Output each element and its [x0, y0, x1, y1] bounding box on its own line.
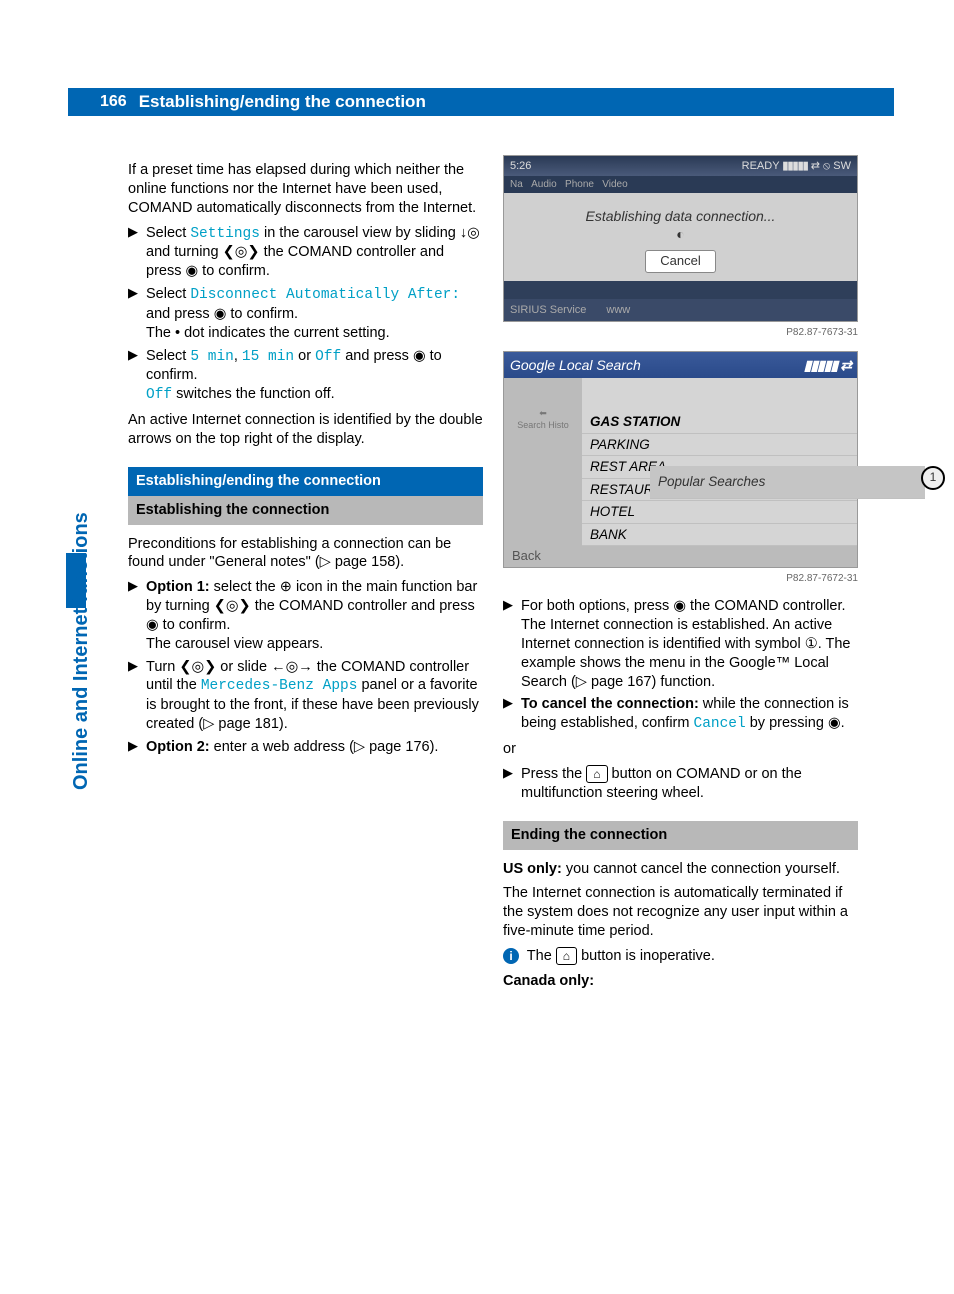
ss2-title: Google Local Search: [510, 356, 641, 374]
list-item[interactable]: HOTEL: [582, 501, 857, 524]
page-number: 166: [68, 93, 139, 111]
back-button-icon: ⌂: [556, 947, 577, 965]
header-title: Establishing/ending the connection: [139, 92, 426, 112]
right-column: 5:26 READY ▮▮▮▮▮ ⇄ ⦸ SW Na Audio Phone V…: [503, 155, 858, 997]
or-text: or: [503, 740, 858, 759]
section-establish-end: Establishing/ending the connection: [128, 467, 483, 496]
step-marker-icon: ▶: [128, 224, 146, 282]
list-item[interactable]: BANK: [582, 524, 857, 547]
auto-terminate-para: The Internet connection is automatically…: [503, 884, 858, 941]
back-button-icon: ⌂: [586, 765, 607, 783]
step-turn-apps: ▶ Turn ❮◎❯ or slide ←◎→ the COMAND contr…: [128, 658, 483, 734]
list-item[interactable]: PARKING: [582, 434, 857, 457]
spinner-icon: ◐: [512, 225, 849, 243]
active-conn-para: An active Internet connection is identif…: [128, 411, 483, 449]
preconditions-para: Preconditions for establishing a connect…: [128, 535, 483, 573]
step-disconnect-auto: ▶ Select Disconnect Automatically After:…: [128, 285, 483, 343]
page-header: 166 Establishing/ending the connection: [68, 88, 894, 116]
signal-bars-icon: ▮▮▮▮▮: [782, 160, 807, 172]
step-select-settings: ▶ Select Settings in the carousel view b…: [128, 224, 483, 282]
canada-only-label: Canada only:: [503, 973, 594, 989]
ss-www-label: www: [606, 303, 630, 317]
left-column: If a preset time has elapsed during whic…: [128, 155, 483, 997]
globe-icon: ⊕: [280, 579, 292, 595]
ss2-back-button[interactable]: Back: [504, 546, 857, 567]
ss-time: 5:26: [510, 159, 531, 173]
ss-dialog-text: Establishing data connection...: [512, 207, 849, 225]
step-option-1: ▶ Option 1: select the ⊕ icon in the mai…: [128, 578, 483, 653]
ss-sirius-label: SIRIUS Service: [510, 303, 586, 317]
ss-cancel-button[interactable]: Cancel: [645, 250, 715, 273]
callout-1: 1: [921, 466, 945, 490]
section-ending: Ending the connection: [503, 821, 858, 850]
step-select-time: ▶ Select 5 min, 15 min or Off and press …: [128, 347, 483, 406]
step-option-2: ▶ Option 2: enter a web address (▷ page …: [128, 738, 483, 757]
info-note: i The ⌂ button is inoperative.: [503, 947, 858, 966]
ss2-popular-header: Popular Searches 1: [650, 466, 925, 499]
screenshot-google-search: Google Local Search ▮▮▮▮▮ ⇄ ⬅ Search His…: [503, 351, 858, 568]
section-establishing: Establishing the connection: [128, 496, 483, 525]
image-code-1: P82.87-7673-31: [503, 326, 858, 339]
step-press-back: ▶ Press the ⌂ button on COMAND or on the…: [503, 765, 858, 803]
side-tab-label: Online and Internet functions: [70, 512, 93, 790]
step-cancel-connection: ▶ To cancel the connection: while the co…: [503, 695, 858, 734]
step-both-options: ▶ For both options, press ◉ the COMAND c…: [503, 597, 858, 691]
screenshot-data-connection: 5:26 READY ▮▮▮▮▮ ⇄ ⦸ SW Na Audio Phone V…: [503, 155, 858, 322]
info-icon: i: [503, 948, 519, 964]
intro-para: If a preset time has elapsed during whic…: [128, 161, 483, 218]
image-code-2: P82.87-7672-31: [503, 572, 858, 585]
list-item[interactable]: GAS STATION: [582, 411, 857, 434]
signal-bars-icon: ▮▮▮▮▮ ⇄: [804, 356, 851, 374]
